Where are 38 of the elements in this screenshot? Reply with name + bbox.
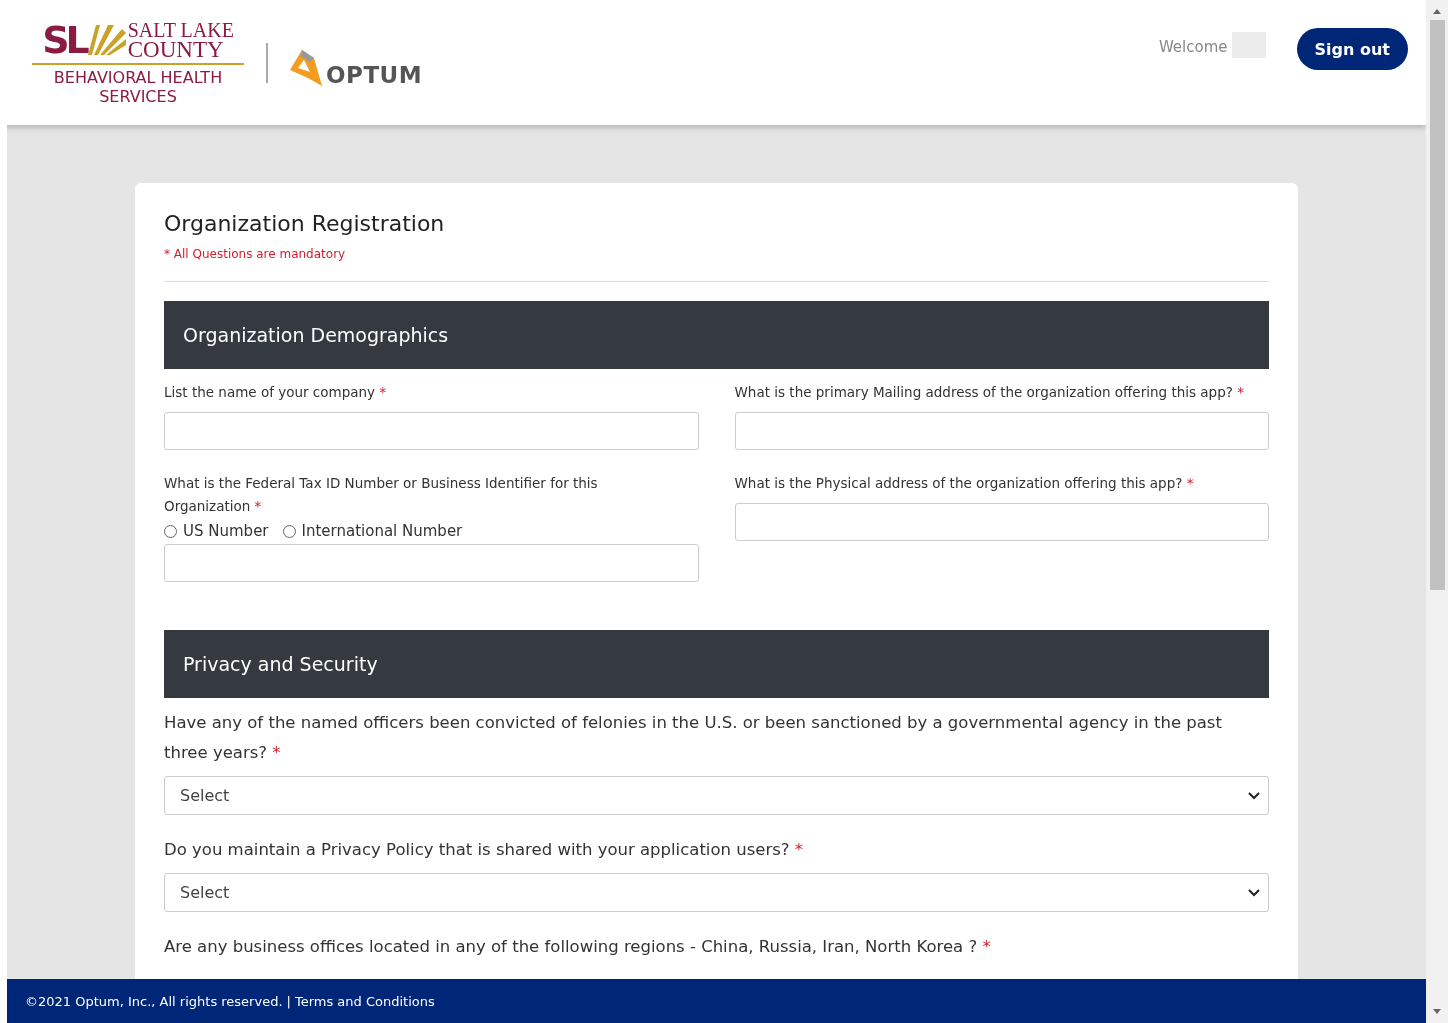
optum-logo-icon xyxy=(288,47,324,88)
chevron-down-icon xyxy=(1248,791,1260,800)
scroll-up-icon[interactable] xyxy=(1433,8,1441,14)
radio-option[interactable]: US Number xyxy=(164,522,269,540)
input-field[interactable] xyxy=(164,412,699,450)
welcome-text: Welcome xyxy=(1158,38,1228,56)
section-title: Privacy and Security xyxy=(183,653,378,675)
mandatory-note: * All Questions are mandatory xyxy=(164,247,347,261)
input-field[interactable] xyxy=(164,544,699,582)
section-title: Organization Demographics xyxy=(183,324,449,346)
field-label: What is the Physical address of the organization offering this app? * xyxy=(734,474,1195,493)
logo-text: COUNTY xyxy=(127,39,224,60)
footer-separator: | xyxy=(286,993,291,1009)
scroll-down-icon[interactable] xyxy=(1433,1009,1441,1015)
copyright-text: ©2021 Optum, Inc., All rights reserved. xyxy=(25,993,283,1009)
scrollbar[interactable] xyxy=(1426,0,1448,1023)
field-label: What is the Federal Tax ID Number or Business Identifier for this Organization * xyxy=(164,474,599,516)
field-label: What is the primary Mailing address of the organization offering this app? * xyxy=(734,383,1245,402)
question-text: Are any business offices located in any of the following regions - China, Russia, Iran, North Korea ? * xyxy=(164,936,992,958)
scrollbar-thumb[interactable] xyxy=(1429,20,1445,590)
input-field[interactable] xyxy=(734,503,1269,541)
logo-text: SERVICES xyxy=(99,86,177,106)
question-text: Do you maintain a Privacy Policy that is shared with your application users? * xyxy=(164,839,805,861)
terms-link[interactable]: Terms and Conditions xyxy=(294,993,435,1009)
question-text: Have any of the named officers been convicted of felonies in the U.S. or been sanctioned by a governmental agency in the past three years? * xyxy=(164,712,1223,764)
field-label: List the name of your company * xyxy=(164,383,388,402)
input-field[interactable] xyxy=(734,412,1269,450)
select-dropdown[interactable]: Select xyxy=(164,776,1269,815)
logo-mark: SL xyxy=(42,19,86,60)
sign-out-button[interactable]: Sign out xyxy=(1296,28,1408,70)
sunburst-icon xyxy=(87,24,126,55)
logo-text: OPTUM xyxy=(326,61,423,88)
chevron-down-icon xyxy=(1248,888,1260,897)
logo-text: BEHAVIORAL HEALTH xyxy=(53,67,223,87)
select-dropdown[interactable]: Select xyxy=(164,873,1269,912)
logo-text: SALT LAKE xyxy=(127,19,234,40)
form-title: Organization Registration xyxy=(164,211,446,236)
radio-option[interactable]: International Number xyxy=(282,522,463,540)
